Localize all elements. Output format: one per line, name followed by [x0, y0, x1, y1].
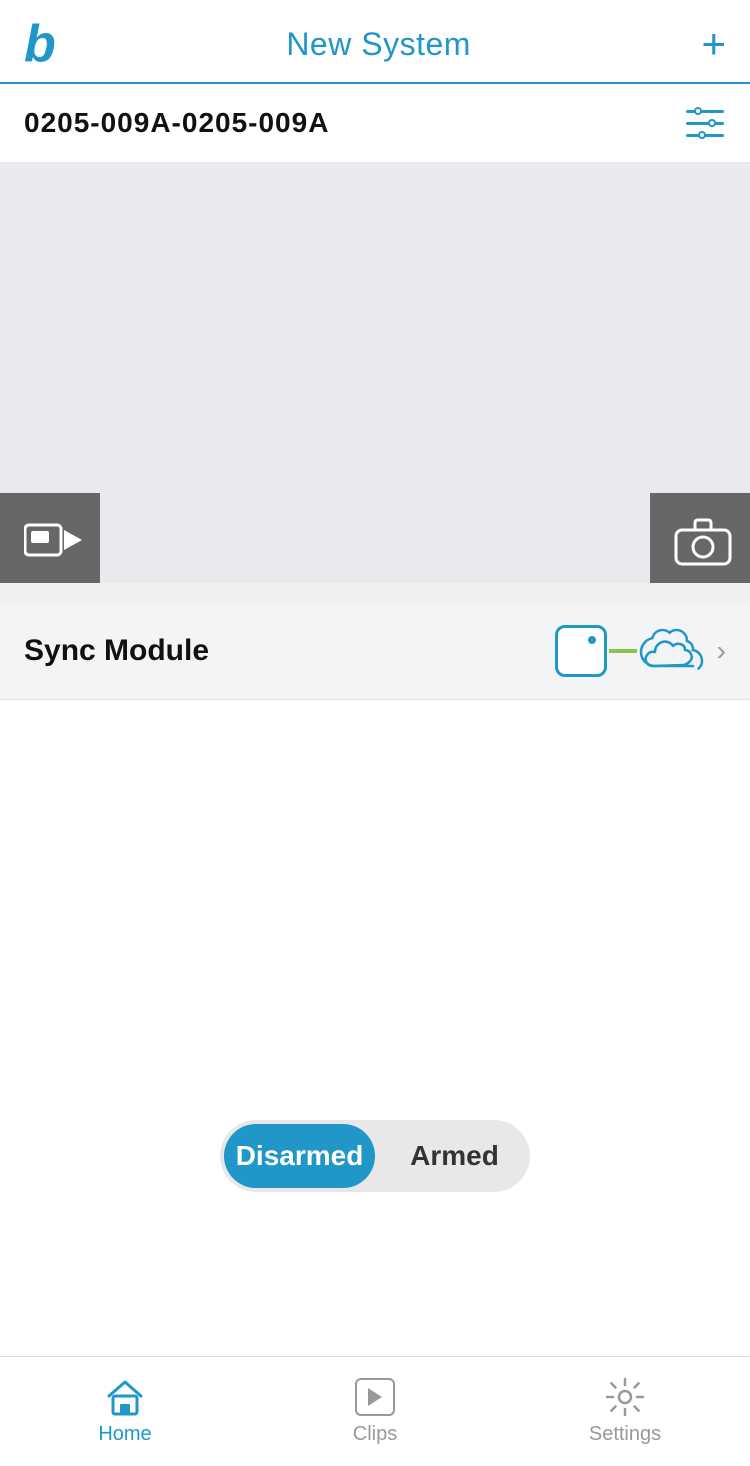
clips-label: Clips [353, 1423, 397, 1446]
camera-icon [674, 516, 726, 560]
filter-lines [686, 106, 726, 140]
home-label: Home [98, 1423, 151, 1446]
sync-module-row[interactable]: Sync Module › [0, 603, 750, 700]
add-button[interactable]: + [701, 23, 726, 65]
clips-icon [353, 1377, 397, 1417]
video-record-button[interactable] [0, 493, 100, 583]
connector-line [609, 649, 637, 653]
cloud-icon [639, 628, 707, 674]
content-area [0, 700, 750, 1080]
nav-item-settings[interactable]: Settings [500, 1377, 750, 1446]
separator [0, 583, 750, 603]
device-row: 0205-009A-0205-009A [0, 84, 750, 163]
filter-icon[interactable] [686, 106, 726, 140]
nav-item-home[interactable]: Home [0, 1377, 250, 1446]
header: b New System + [0, 0, 750, 84]
arm-toggle-container: Disarmed Armed [0, 1080, 750, 1242]
nav-item-clips[interactable]: Clips [250, 1377, 500, 1446]
disarmed-button[interactable]: Disarmed [224, 1124, 375, 1188]
device-id: 0205-009A-0205-009A [24, 107, 329, 139]
photo-snapshot-button[interactable] [650, 493, 750, 583]
app-logo: b [24, 18, 56, 70]
sync-device-icon [555, 625, 607, 677]
sync-module-icons: › [555, 625, 726, 677]
armed-button[interactable]: Armed [379, 1120, 530, 1192]
settings-icon [603, 1377, 647, 1417]
clips-icon-wrap [355, 1378, 395, 1416]
home-icon [103, 1377, 147, 1417]
arm-toggle: Disarmed Armed [220, 1120, 530, 1192]
header-title: New System [286, 26, 471, 63]
bottom-nav: Home Clips Settings [0, 1356, 750, 1466]
sync-module-label: Sync Module [24, 634, 209, 668]
device-dot [588, 636, 596, 644]
camera-view-area [0, 163, 750, 583]
chevron-right-icon: › [717, 635, 726, 667]
video-icon [24, 520, 76, 556]
play-icon [368, 1388, 382, 1406]
settings-label: Settings [589, 1423, 661, 1446]
